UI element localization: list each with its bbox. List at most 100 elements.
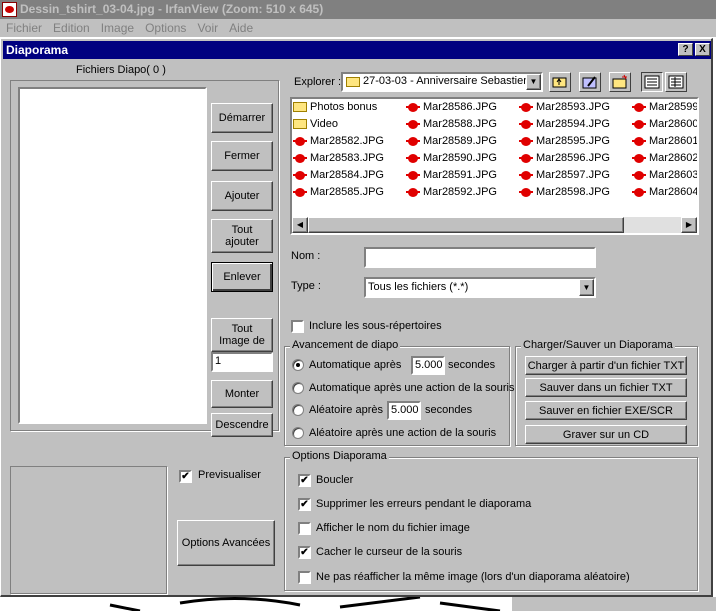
edit-folder-icon[interactable] xyxy=(579,72,601,92)
auto-mouse-radio[interactable] xyxy=(292,382,304,394)
jpg-file-icon xyxy=(406,118,420,131)
file-item[interactable]: Mar28596.JPG xyxy=(518,150,610,167)
folder-item[interactable]: Video xyxy=(292,116,338,133)
file-item[interactable]: Mar28594.JPG xyxy=(518,116,610,133)
remove-button[interactable]: Enlever xyxy=(211,262,273,292)
file-name: Mar28599. xyxy=(649,101,699,113)
jpg-file-icon xyxy=(406,186,420,199)
file-name: Mar28603. xyxy=(649,169,699,181)
app-title-bar: Dessin_tshirt_03-04.jpg - IrfanView (Zoo… xyxy=(0,0,716,19)
auto-after-radio[interactable] xyxy=(292,359,304,371)
auto-after-label: Automatique après xyxy=(309,359,402,371)
include-subdirs-checkbox[interactable] xyxy=(291,320,304,333)
menu-options[interactable]: Options xyxy=(145,21,186,35)
diaporama-dialog: Diaporama ? X Fichiers Diapo( 0 ) Démarr… xyxy=(0,38,713,597)
type-select[interactable]: Tous les fichiers (*.*) xyxy=(364,277,596,298)
file-item[interactable]: Mar28593.JPG xyxy=(518,99,610,116)
close-dialog-button[interactable]: Fermer xyxy=(211,141,273,171)
add-button[interactable]: Ajouter xyxy=(211,181,273,211)
move-up-button[interactable]: Monter xyxy=(211,380,273,408)
scroll-thumb[interactable] xyxy=(308,217,624,233)
move-down-button[interactable]: Descendre xyxy=(211,413,273,437)
slideshow-file-list[interactable] xyxy=(18,87,207,424)
load-txt-button[interactable]: Charger à partir d'un fichier TXT xyxy=(525,356,687,375)
up-folder-icon[interactable] xyxy=(549,72,571,92)
file-name: Mar28596.JPG xyxy=(536,152,610,164)
advanced-options-button[interactable]: Options Avancées xyxy=(177,520,275,566)
folder-dropdown-arrow[interactable]: ▼ xyxy=(526,74,541,90)
list-view-icon[interactable] xyxy=(641,72,663,92)
suppress-errors-checkbox[interactable]: ✔ xyxy=(298,498,311,511)
scroll-left-arrow[interactable]: ◀ xyxy=(292,217,308,233)
menu-fichier[interactable]: Fichier xyxy=(6,21,42,35)
loop-label: Boucler xyxy=(316,474,354,486)
file-item[interactable]: Mar28585.JPG xyxy=(292,184,384,201)
random-seconds-input[interactable]: 5.000 xyxy=(387,401,421,420)
file-item[interactable]: Mar28592.JPG xyxy=(405,184,497,201)
file-name: Mar28590.JPG xyxy=(423,152,497,164)
file-item[interactable]: Mar28603. xyxy=(631,167,699,184)
all-label-2: Image de xyxy=(219,335,265,347)
close-button[interactable]: X xyxy=(695,43,710,56)
folder-item[interactable]: Photos bonus xyxy=(292,99,377,116)
menu-voir[interactable]: Voir xyxy=(197,21,218,35)
jpg-file-icon xyxy=(293,135,307,148)
dialog-title-bar: Diaporama xyxy=(3,41,711,59)
file-name: Mar28601. xyxy=(649,135,699,147)
preview-checkbox[interactable]: ✔ xyxy=(179,470,192,483)
horizontal-scrollbar[interactable]: ◀ ▶ xyxy=(292,217,697,233)
file-item[interactable]: Mar28591.JPG xyxy=(405,167,497,184)
jpg-file-icon xyxy=(406,101,420,114)
burn-cd-button[interactable]: Graver sur un CD xyxy=(525,425,687,444)
no-repeat-checkbox[interactable] xyxy=(298,571,311,584)
file-item[interactable]: Mar28586.JPG xyxy=(405,99,497,116)
menu-edition[interactable]: Edition xyxy=(53,21,90,35)
add-all-button[interactable]: Tout ajouter xyxy=(211,219,273,253)
all-image-button[interactable]: Tout Image de xyxy=(211,318,273,352)
start-button[interactable]: Démarrer xyxy=(211,103,273,133)
irfanview-icon xyxy=(2,2,17,17)
file-item[interactable]: Mar28602. xyxy=(631,150,699,167)
file-item[interactable]: Mar28582.JPG xyxy=(292,133,384,150)
name-input[interactable] xyxy=(364,247,596,268)
scroll-right-arrow[interactable]: ▶ xyxy=(681,217,697,233)
menu-aide[interactable]: Aide xyxy=(229,21,253,35)
image-index-input[interactable]: 1 xyxy=(211,352,273,372)
save-exe-button[interactable]: Sauver en fichier EXE/SCR xyxy=(525,401,687,420)
file-browser-list[interactable]: Photos bonus Video Mar28582.JPG Mar28583.JP… xyxy=(290,97,699,235)
file-item[interactable]: Mar28584.JPG xyxy=(292,167,384,184)
file-item[interactable]: Mar28598.JPG xyxy=(518,184,610,201)
jpg-file-icon xyxy=(632,135,646,148)
file-item[interactable]: Mar28601. xyxy=(631,133,699,150)
file-item[interactable]: Mar28600. xyxy=(631,116,697,133)
type-label: Type : xyxy=(291,280,321,292)
help-button[interactable]: ? xyxy=(678,43,693,56)
new-folder-icon[interactable] xyxy=(609,72,631,92)
auto-mouse-label: Automatique après une action de la souri… xyxy=(309,382,515,394)
jpg-file-icon xyxy=(519,101,533,114)
file-name: Mar28602. xyxy=(649,152,699,164)
file-item[interactable]: Mar28599. xyxy=(631,99,699,116)
menu-image[interactable]: Image xyxy=(101,21,134,35)
file-item[interactable]: Mar28590.JPG xyxy=(405,150,497,167)
auto-seconds-input[interactable]: 5.000 xyxy=(411,356,445,375)
show-filename-checkbox[interactable] xyxy=(298,522,311,535)
loop-checkbox[interactable]: ✔ xyxy=(298,474,311,487)
show-filename-label: Afficher le nom du fichier image xyxy=(316,522,470,534)
save-txt-button[interactable]: Sauver dans un fichier TXT xyxy=(525,378,687,397)
file-item[interactable]: Mar28595.JPG xyxy=(518,133,610,150)
file-item[interactable]: Mar28604. xyxy=(631,184,697,201)
file-item[interactable]: Mar28589.JPG xyxy=(405,133,497,150)
details-view-icon[interactable] xyxy=(665,72,687,92)
type-dropdown-arrow[interactable]: ▼ xyxy=(579,279,594,296)
random-after-radio[interactable] xyxy=(292,404,304,416)
hide-cursor-checkbox[interactable]: ✔ xyxy=(298,546,311,559)
jpg-file-icon xyxy=(632,101,646,114)
file-item[interactable]: Mar28583.JPG xyxy=(292,150,384,167)
file-item[interactable]: Mar28597.JPG xyxy=(518,167,610,184)
folder-combo[interactable]: 27-03-03 - Anniversaire Sebastien xyxy=(341,72,543,92)
file-item[interactable]: Mar28588.JPG xyxy=(405,116,497,133)
random-mouse-radio[interactable] xyxy=(292,427,304,439)
random-mouse-label: Aléatoire après une action de la souris xyxy=(309,427,497,439)
jpg-file-icon xyxy=(293,152,307,165)
